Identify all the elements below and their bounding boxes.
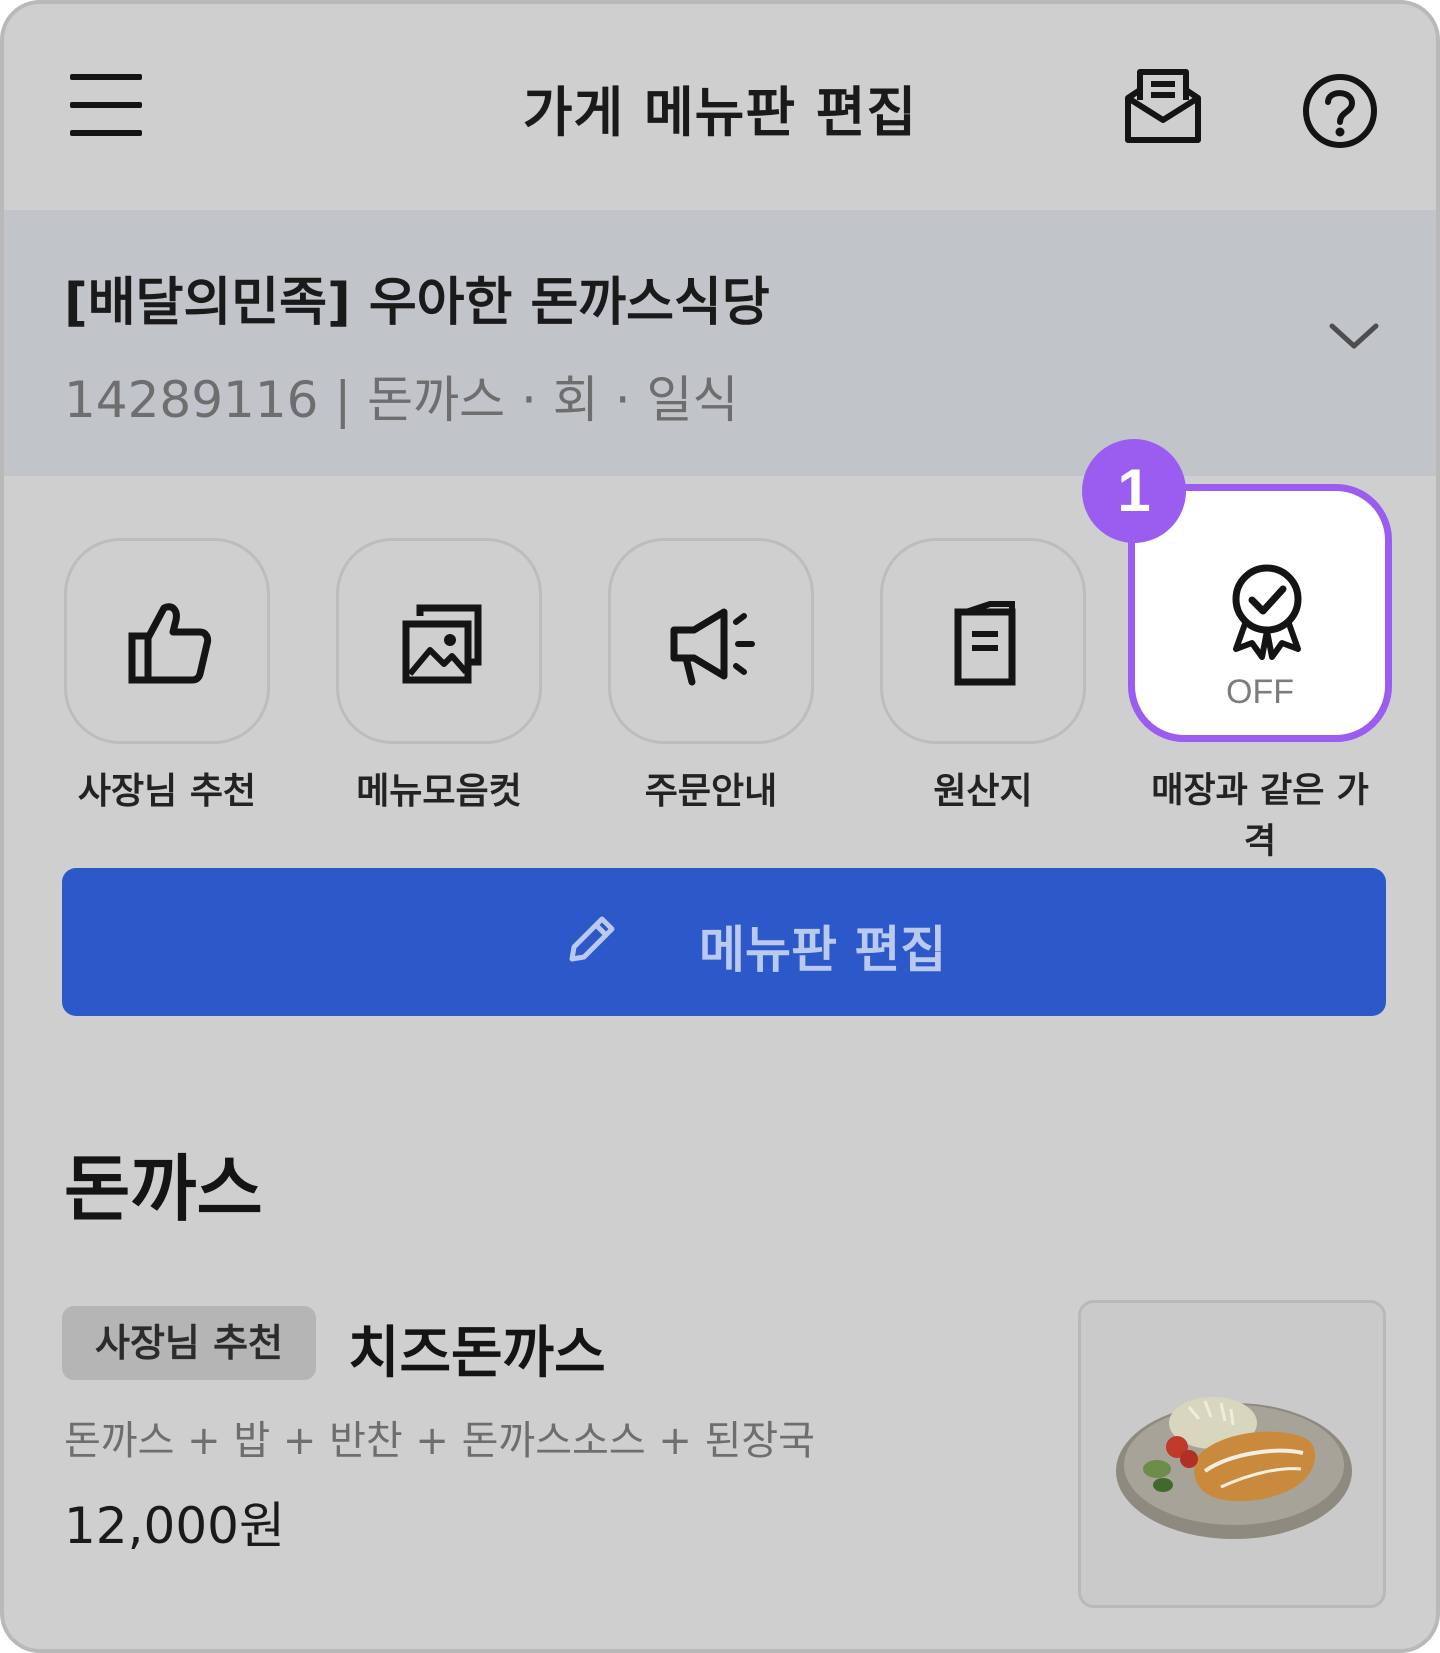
megaphone-icon	[670, 608, 755, 686]
store-name: [배달의민족] 우아한 돈까스식당	[64, 273, 770, 333]
thumbs-up-icon	[128, 603, 212, 684]
store-meta: 14289116 | 돈까스 · 회 · 일식	[64, 371, 739, 429]
store-selector[interactable]: [배달의민족] 우아한 돈까스식당 14289116 | 돈까스 · 회 · 일…	[4, 210, 1436, 476]
feature-label: 메뉴모음컷	[356, 771, 522, 812]
help-icon[interactable]	[1301, 72, 1379, 150]
edit-menu-button[interactable]: 메뉴판 편집	[62, 868, 1386, 1016]
pencil-icon	[569, 916, 615, 962]
feature-label: 사장님 추천	[77, 771, 257, 812]
menu-item-description: 돈까스 + 밥 + 반찬 + 돈까스소스 + 된장국	[64, 1418, 815, 1464]
category-title: 돈까스	[64, 1147, 263, 1231]
image-gallery-icon	[402, 604, 482, 684]
app-screen: 가게 메뉴판 편집 [배달의민족] 우아한 돈까스식당 14289116 | 돈…	[0, 0, 1440, 1653]
edit-menu-label: 메뉴판 편집	[699, 921, 947, 979]
step-badge: 1	[1082, 439, 1186, 543]
inbox-icon[interactable]	[1122, 66, 1204, 148]
document-icon	[954, 601, 1016, 686]
chevron-down-icon[interactable]	[1326, 318, 1382, 354]
top-app-bar: 가게 메뉴판 편집	[4, 4, 1436, 210]
menu-item-photo[interactable]	[1078, 1300, 1386, 1608]
menu-item-name[interactable]: 치즈돈까스	[348, 1308, 606, 1389]
page-title: 가게 메뉴판 편집	[522, 81, 918, 144]
feature-label: 매장과 같은 가격	[1151, 771, 1369, 862]
feature-order-guide-button[interactable]	[608, 538, 814, 744]
certified-badge-icon	[1232, 564, 1302, 660]
feature-label: 주문안내	[644, 771, 778, 812]
menu-item-price: 12,000원	[64, 1497, 285, 1555]
feature-origin-button[interactable]	[880, 538, 1086, 744]
recommend-tag: 사장님 추천	[62, 1306, 316, 1380]
feature-menu-photos-button[interactable]	[336, 538, 542, 744]
feature-label: 원산지	[933, 771, 1033, 812]
toggle-status: OFF	[1226, 673, 1294, 711]
cutlet-plate-image	[1116, 1397, 1352, 1539]
feature-owner-recommend-button[interactable]	[64, 538, 270, 744]
